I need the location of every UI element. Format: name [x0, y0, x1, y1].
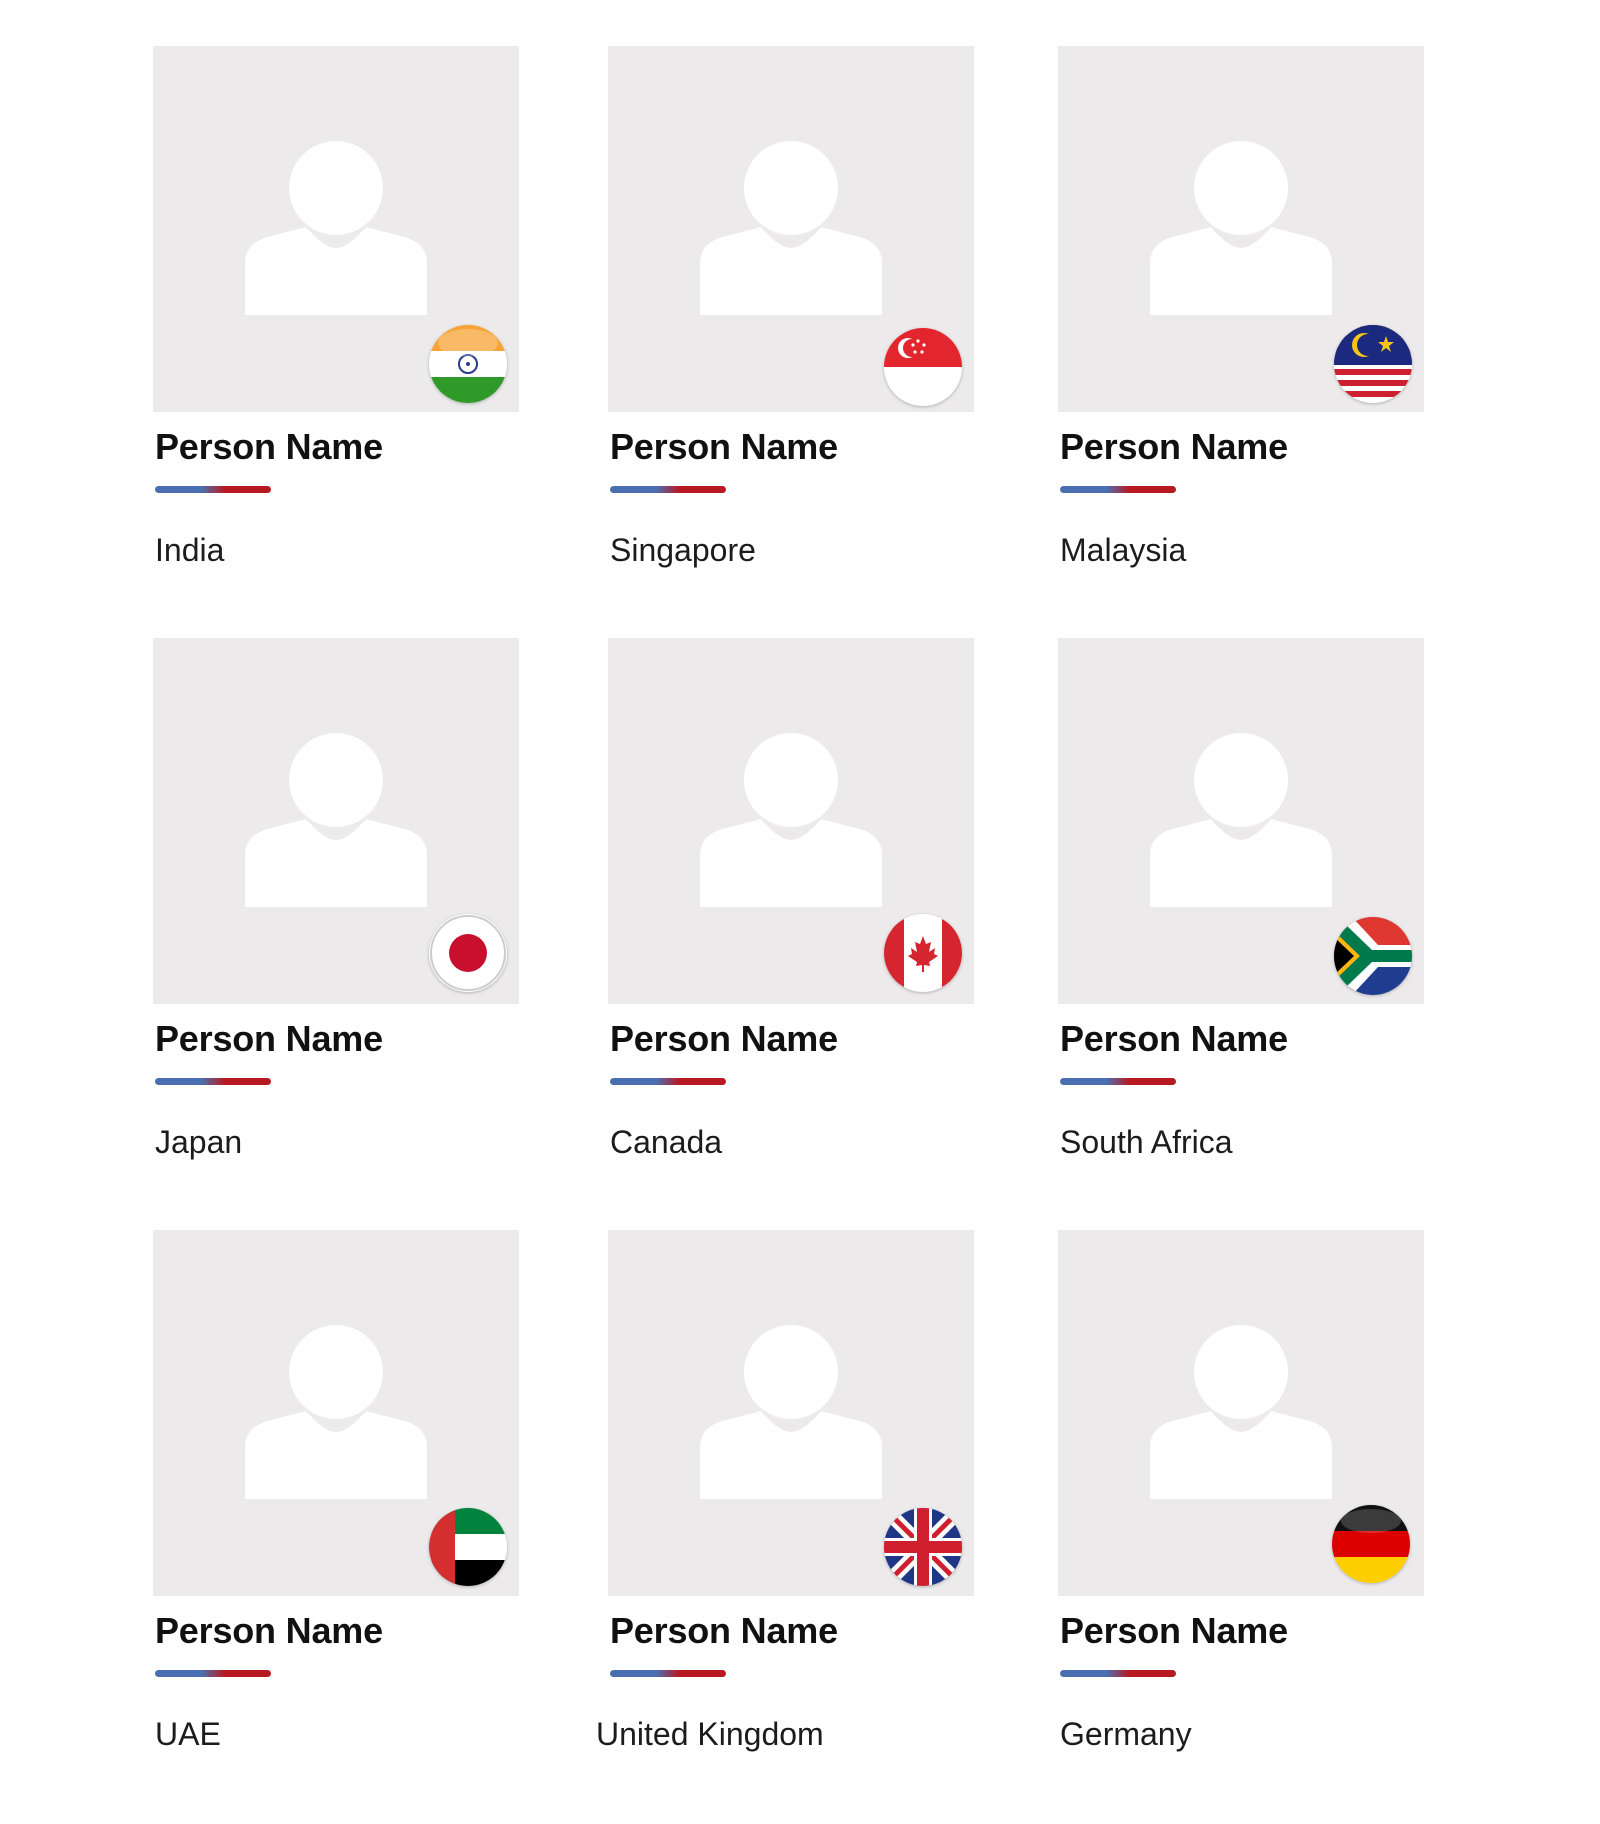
malaysia-flag-icon: [1334, 325, 1412, 403]
person-name: Person Name: [155, 1610, 383, 1651]
person-name: Person Name: [610, 1018, 838, 1059]
person-country: UAE: [155, 1716, 221, 1752]
person-name: Person Name: [155, 1018, 383, 1059]
profile-photo-placeholder: [153, 1230, 519, 1596]
person-country: Germany: [1060, 1716, 1192, 1752]
person-country: United Kingdom: [596, 1716, 824, 1752]
person-name: Person Name: [610, 1610, 838, 1651]
south-africa-flag-icon: [1334, 917, 1412, 995]
name-divider: [610, 1670, 726, 1677]
uae-flag-icon: [429, 1508, 507, 1586]
person-country: Japan: [155, 1124, 243, 1160]
profile-photo-placeholder: [1058, 46, 1424, 412]
person-name: Person Name: [1060, 1018, 1288, 1059]
person-name: Person Name: [155, 426, 383, 467]
person-country: Malaysia: [1060, 532, 1187, 568]
profile-photo-placeholder: [153, 638, 519, 1004]
profile-photo-placeholder: [153, 46, 519, 412]
name-divider: [155, 486, 271, 493]
person-name: Person Name: [610, 426, 838, 467]
name-divider: [155, 1670, 271, 1677]
name-divider: [610, 486, 726, 493]
person-name: Person Name: [1060, 426, 1288, 467]
name-divider: [1060, 1078, 1176, 1085]
canada-flag-icon: [884, 914, 962, 992]
profile-photo-placeholder: [608, 638, 974, 1004]
india-flag-icon: [429, 325, 507, 403]
person-name: Person Name: [1060, 1610, 1288, 1651]
united-kingdom-flag-icon: [884, 1508, 962, 1586]
name-divider: [610, 1078, 726, 1085]
profile-photo-placeholder: [1058, 638, 1424, 1004]
name-divider: [1060, 1670, 1176, 1677]
profile-photo-placeholder: [1058, 1230, 1424, 1596]
profile-photo-placeholder: [608, 1230, 974, 1596]
name-divider: [155, 1078, 271, 1085]
singapore-flag-icon: [884, 328, 962, 406]
person-country: Canada: [610, 1124, 723, 1160]
person-country: South Africa: [1060, 1124, 1233, 1160]
japan-flag-icon: [429, 914, 507, 992]
name-divider: [1060, 486, 1176, 493]
person-country: India: [155, 532, 225, 568]
profile-photo-placeholder: [608, 46, 974, 412]
germany-flag-icon: [1332, 1505, 1410, 1583]
person-country: Singapore: [610, 532, 756, 568]
